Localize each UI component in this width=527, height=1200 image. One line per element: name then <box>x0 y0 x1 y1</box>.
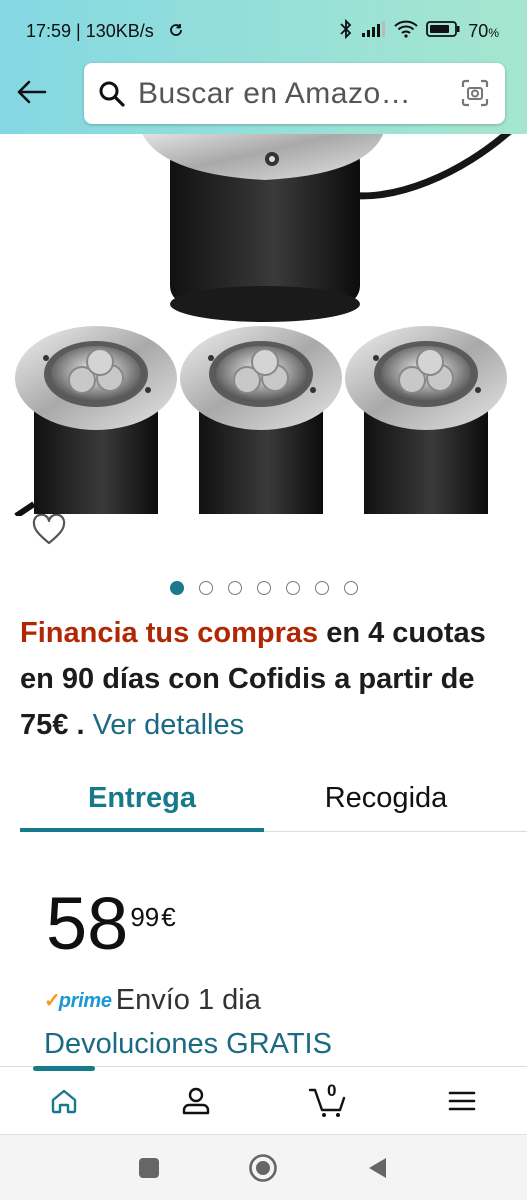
home-system-button[interactable] <box>248 1153 278 1183</box>
status-time: 17:59 | 130KB/s <box>26 21 154 41</box>
home-icon <box>51 1089 77 1114</box>
nav-account[interactable] <box>176 1081 216 1121</box>
wifi-icon <box>394 20 418 43</box>
carousel-dot[interactable] <box>344 581 358 595</box>
financing-highlight: Financia tus compras <box>20 617 319 649</box>
price: 58 99 € <box>46 884 176 964</box>
carousel-dot[interactable] <box>228 581 242 595</box>
status-icons: 70% <box>340 18 499 44</box>
nav-cart[interactable]: 0 <box>308 1081 348 1121</box>
recents-square-icon <box>139 1158 159 1178</box>
nav-selected-indicator <box>33 1066 95 1071</box>
top-bar: 17:59 | 130KB/s 70% Buscar en Amazo… <box>0 0 527 134</box>
status-bar: 17:59 | 130KB/s 70% <box>0 0 527 62</box>
system-navigation-bar <box>0 1134 527 1200</box>
prime-badge: ✓prime <box>44 990 112 1012</box>
back-triangle-icon <box>369 1158 386 1178</box>
back-system-button[interactable] <box>362 1153 392 1183</box>
heart-icon <box>32 513 66 545</box>
cart-count: 0 <box>327 1081 337 1100</box>
signal-icon <box>360 20 386 43</box>
delivery-tabs: Entrega Recogida <box>20 764 527 834</box>
prime-shipping: ✓prime Envío 1 dia <box>44 984 261 1017</box>
recents-button[interactable] <box>134 1153 164 1183</box>
menu-icon <box>448 1091 476 1111</box>
search-icon <box>98 80 126 113</box>
carousel-dot[interactable] <box>257 581 271 595</box>
bottom-navigation: 0 <box>0 1066 527 1134</box>
search-row: Buscar en Amazo… <box>0 62 527 126</box>
back-button[interactable] <box>14 74 50 110</box>
tab-delivery[interactable]: Entrega <box>20 764 264 832</box>
wishlist-heart-button[interactable] <box>32 513 68 550</box>
account-icon <box>182 1087 210 1115</box>
search-bar[interactable]: Buscar en Amazo… <box>84 63 505 124</box>
price-whole: 58 <box>46 882 129 965</box>
tab-pickup[interactable]: Recogida <box>264 764 508 832</box>
price-fraction: 99 <box>130 902 160 932</box>
financing-offer: Financia tus compras en 4 cuotas en 90 d… <box>20 610 510 748</box>
free-returns-link[interactable]: Devoluciones GRATIS <box>44 1028 332 1061</box>
see-details-link[interactable]: Ver detalles <box>93 709 245 741</box>
carousel-dot[interactable] <box>315 581 329 595</box>
battery-icon <box>426 20 460 43</box>
price-currency: € <box>161 902 176 932</box>
carousel-dot[interactable] <box>286 581 300 595</box>
shipping-text: Envío 1 dia <box>115 984 261 1016</box>
home-circle-icon <box>249 1154 277 1182</box>
bluetooth-icon <box>340 18 352 44</box>
nav-home[interactable] <box>44 1081 84 1121</box>
nav-menu[interactable] <box>442 1081 482 1121</box>
sync-icon <box>168 22 184 43</box>
back-arrow-icon <box>17 80 47 104</box>
search-input[interactable]: Buscar en Amazo… <box>138 77 411 111</box>
carousel-dot[interactable] <box>170 581 184 595</box>
carousel-dot[interactable] <box>199 581 213 595</box>
product-image[interactable] <box>12 134 515 516</box>
battery-percent: 70% <box>468 21 499 41</box>
camera-scan-icon[interactable] <box>461 79 489 112</box>
image-carousel-dots[interactable] <box>170 581 358 595</box>
product-photo <box>14 134 512 516</box>
tab-selected-indicator <box>20 828 264 832</box>
